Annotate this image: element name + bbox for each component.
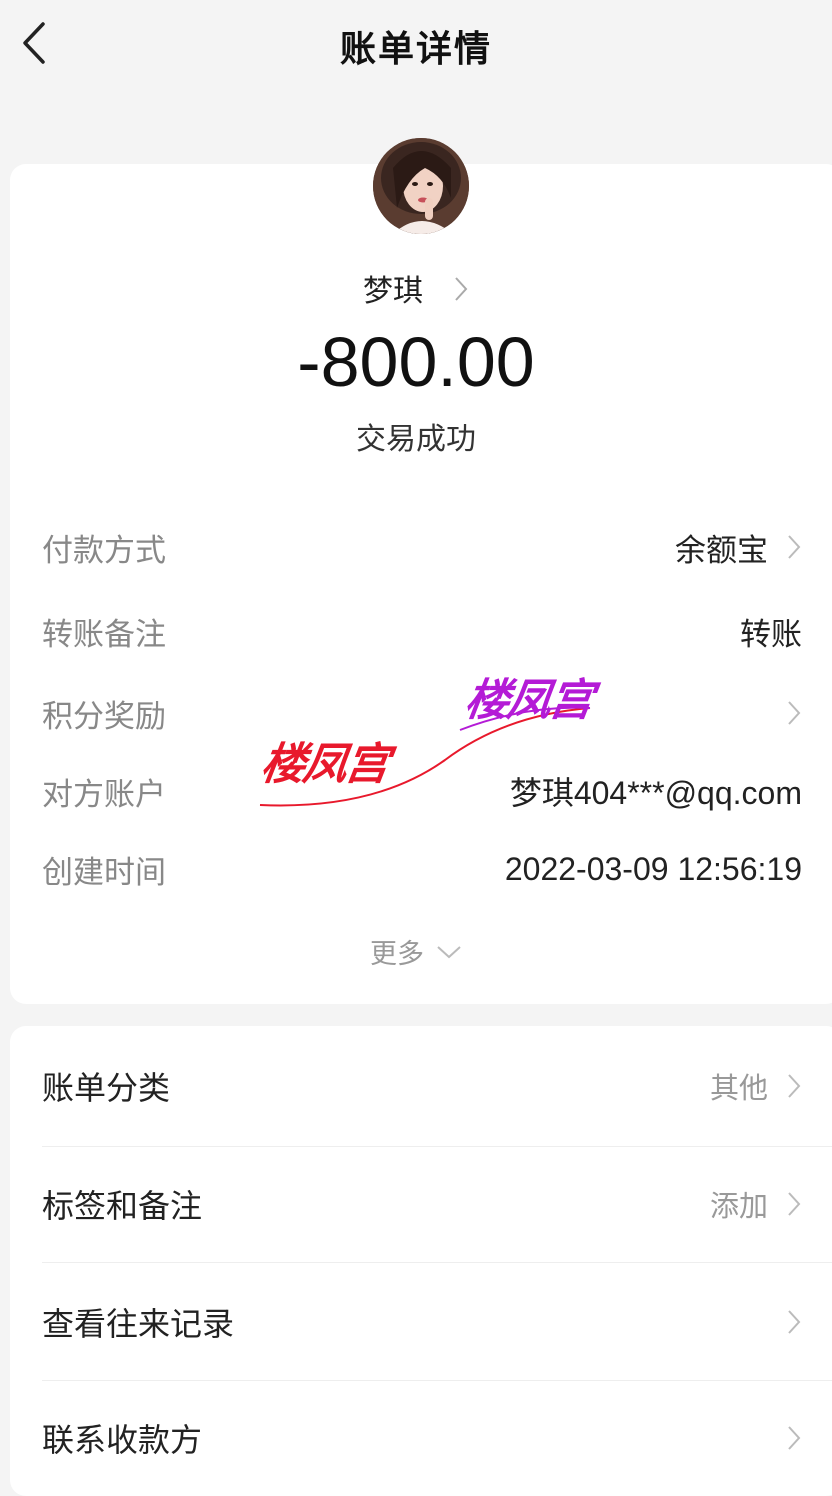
menu-item-hint: 其他: [709, 1071, 768, 1105]
divider: [42, 1146, 832, 1147]
payee-name: 梦琪: [363, 274, 423, 309]
detail-value: 转账: [740, 616, 802, 653]
detail-row-created-time: 创建时间 2022-03-09 12:56:19: [42, 846, 802, 892]
more-toggle[interactable]: 更多: [0, 932, 832, 971]
detail-row-transfer-note: 转账备注 转账: [42, 608, 802, 654]
menu-item-hint: 添加: [709, 1189, 768, 1223]
detail-value: 梦琪404***@qq.com: [509, 775, 802, 811]
watermark-text: 楼凤宫: [257, 739, 391, 790]
chevron-right-icon: [786, 1072, 802, 1100]
menu-item-label: 账单分类: [42, 1069, 171, 1107]
detail-label: 付款方式: [42, 532, 166, 569]
detail-row-counterparty-account: 对方账户 梦琪404***@qq.com: [42, 768, 802, 814]
divider: [42, 1380, 832, 1381]
chevron-right-icon: [786, 699, 802, 727]
payee-name-link[interactable]: 梦琪: [0, 266, 832, 311]
amount: -800.00: [297, 323, 535, 401]
avatar[interactable]: [373, 138, 469, 234]
chevron-right-icon: [786, 533, 802, 561]
menu-item-view-history[interactable]: 查看往来记录: [42, 1292, 802, 1352]
menu-item-contact-payee[interactable]: 联系收款方: [42, 1408, 802, 1468]
detail-label: 转账备注: [42, 616, 166, 653]
chevron-right-icon: [786, 1424, 802, 1452]
detail-value: 2022-03-09 12:56:19: [504, 850, 802, 887]
menu-item-tags-notes[interactable]: 标签和备注 添加: [42, 1174, 802, 1234]
nav-bar: 账单详情: [0, 0, 832, 90]
detail-label: 积分奖励: [42, 698, 166, 735]
page-title: 账单详情: [339, 29, 492, 70]
menu-item-label: 联系收款方: [42, 1421, 203, 1459]
avatar-image: [373, 138, 469, 234]
more-label: 更多: [370, 939, 424, 970]
menu-item-label: 标签和备注: [42, 1187, 203, 1225]
chevron-right-icon: [786, 1308, 802, 1336]
menu-item-bill-category[interactable]: 账单分类 其他: [42, 1056, 802, 1116]
divider: [42, 1262, 832, 1263]
watermark-text: 楼凤宫: [461, 675, 595, 726]
menu-item-label: 查看往来记录: [42, 1305, 235, 1343]
detail-row-points-reward[interactable]: 积分奖励: [42, 690, 802, 736]
detail-label: 对方账户: [42, 776, 166, 813]
detail-value: 余额宝: [675, 532, 768, 569]
detail-label: 创建时间: [42, 854, 166, 891]
status-text: 交易成功: [356, 422, 476, 457]
detail-row-payment-method[interactable]: 付款方式 余额宝: [42, 524, 802, 570]
chevron-right-icon: [786, 1190, 802, 1218]
chevron-down-icon: [436, 944, 462, 960]
chevron-right-icon: [453, 275, 469, 311]
